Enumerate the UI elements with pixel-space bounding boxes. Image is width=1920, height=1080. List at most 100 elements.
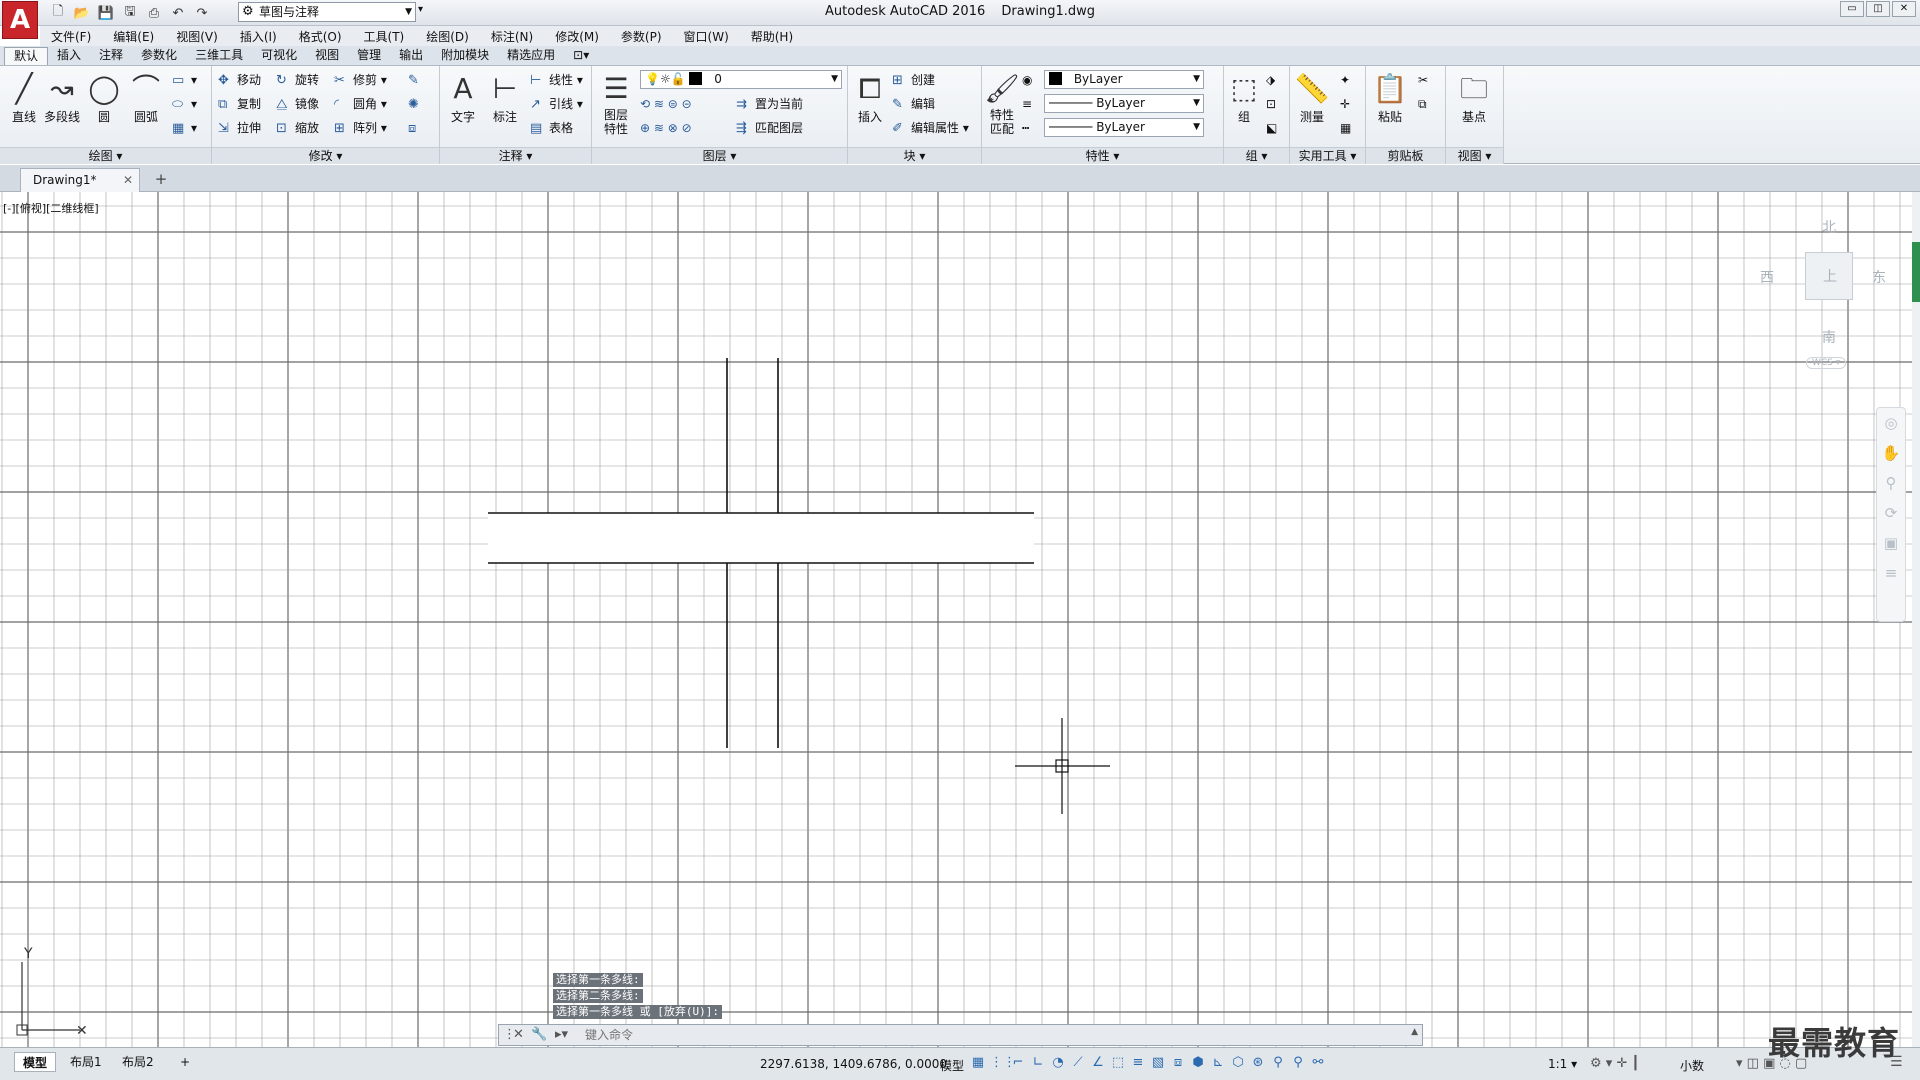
erase-button[interactable]: ✎ xyxy=(408,70,427,90)
coordinates-readout[interactable]: 2297.6138, 1409.6786, 0.0000 xyxy=(760,1057,947,1071)
annotation-scale-icon[interactable]: ⚯ xyxy=(1310,1055,1326,1070)
layer-tools-row-2[interactable]: ⊕ ≋ ⊗ ⊘ xyxy=(640,118,692,138)
3d-osnap-icon[interactable]: ⬢ xyxy=(1190,1055,1206,1070)
linear-button[interactable]: ⊢ 线性 ▾ xyxy=(530,70,583,90)
panel-utilities-title[interactable]: 实用工具 ▾ xyxy=(1290,147,1365,164)
table-button[interactable]: ▤ 表格 xyxy=(530,118,573,138)
group-select-icon[interactable]: ⬕ xyxy=(1266,118,1277,138)
panel-groups-title[interactable]: 组 ▾ xyxy=(1224,147,1289,164)
menu-window[interactable]: 窗口(W) xyxy=(673,28,740,45)
explode-button[interactable]: ✺ xyxy=(408,94,427,114)
isodraft-icon[interactable]: ⟋ xyxy=(1070,1055,1086,1070)
tab-manage[interactable]: 管理 xyxy=(348,47,390,65)
menu-insert[interactable]: 插入(I) xyxy=(229,28,288,45)
annotation-scale[interactable]: 1:1 ▾ xyxy=(1548,1057,1577,1071)
tab-parametric[interactable]: 参数化 xyxy=(132,47,186,65)
viewcube-south[interactable]: 南 xyxy=(1822,327,1836,347)
dynamic-ucs-icon[interactable]: ⊾ xyxy=(1210,1055,1226,1070)
trim-button[interactable]: ✂ 修剪 ▾ xyxy=(334,70,387,90)
menu-parametric[interactable]: 参数(P) xyxy=(610,28,673,45)
viewport-controls-label[interactable]: [-][俯视][二维线框] xyxy=(3,200,99,216)
calculator-icon[interactable]: ▦ xyxy=(1340,118,1351,138)
group-button[interactable]: ⬚ 组 xyxy=(1224,70,1264,125)
viewcube-west[interactable]: 西 xyxy=(1760,267,1774,287)
polar-icon[interactable]: ◔ xyxy=(1050,1055,1066,1070)
gizmo-icon[interactable]: ⊛ xyxy=(1250,1055,1266,1070)
scale-button[interactable]: ⊡ 缩放 xyxy=(276,118,319,138)
set-current-button[interactable]: ⇉ 置为当前 xyxy=(736,94,803,114)
text-button[interactable]: A 文字 xyxy=(443,70,483,125)
copy-button[interactable]: ⧉ 复制 xyxy=(218,94,261,114)
viewcube[interactable]: 北 南 西 东 上 WCS ▾ xyxy=(1750,207,1890,407)
match-layer-button[interactable]: ⇶ 匹配图层 xyxy=(736,118,803,138)
dimension-button[interactable]: ⊢ 标注 xyxy=(485,70,525,125)
cut-icon[interactable]: ✂ xyxy=(1418,70,1428,90)
selection-cycling-icon[interactable]: ⧈ xyxy=(1170,1055,1186,1070)
leader-button[interactable]: ↗ 引线 ▾ xyxy=(530,94,583,114)
showmotion-icon[interactable]: ▣ xyxy=(1877,528,1905,558)
offset-button[interactable]: ⧈ xyxy=(408,118,427,138)
basepoint-button[interactable]: 🗀 基点 xyxy=(1454,70,1494,125)
viewcube-east[interactable]: 东 xyxy=(1872,267,1886,287)
tab-view[interactable]: 视图 xyxy=(306,47,348,65)
tab-layout1[interactable]: 布局1 xyxy=(62,1052,110,1072)
stretch-button[interactable]: ⇲ 拉伸 xyxy=(218,118,261,138)
steering-wheel-icon[interactable]: ◎ xyxy=(1877,408,1905,438)
polyline-button[interactable]: ↝ 多段线 xyxy=(42,70,82,125)
otrack-icon[interactable]: ∠ xyxy=(1090,1055,1106,1070)
ortho-icon[interactable]: ∟ xyxy=(1030,1055,1046,1070)
menu-modify[interactable]: 修改(M) xyxy=(544,28,610,45)
menu-edit[interactable]: 编辑(E) xyxy=(102,28,165,45)
application-menu-button[interactable]: A xyxy=(2,1,38,39)
menu-tools[interactable]: 工具(T) xyxy=(353,28,416,45)
measure-button[interactable]: 📏 测量 xyxy=(1292,70,1332,125)
tab-annotate[interactable]: 注释 xyxy=(90,47,132,65)
tab-layout2[interactable]: 布局2 xyxy=(114,1052,162,1072)
annotation-visibility-icon[interactable]: ⚲ xyxy=(1270,1055,1286,1070)
wrench-icon[interactable]: 🔧 xyxy=(531,1027,547,1042)
panel-draw-title[interactable]: 绘图 ▾ xyxy=(0,147,211,164)
infer-icon[interactable]: ⌐ xyxy=(1010,1055,1026,1070)
add-layout-icon[interactable]: + xyxy=(172,1052,198,1072)
layer-tools-row-1[interactable]: ⟲ ≋ ⊜ ⊝ xyxy=(640,94,692,114)
tab-default[interactable]: 默认 xyxy=(4,47,49,65)
layer-properties-button[interactable]: ☰ 图层 特性 xyxy=(596,70,636,136)
workspace-switch-icon[interactable]: ⚙ ▾ ✛ ┃ xyxy=(1590,1056,1639,1071)
wcs-menu[interactable]: WCS ▾ xyxy=(1806,357,1847,369)
chevron-up-icon[interactable]: ▲ xyxy=(1411,1027,1418,1037)
menu-view[interactable]: 视图(V) xyxy=(165,28,229,45)
create-block-button[interactable]: ⊞ 创建 xyxy=(892,70,935,90)
panel-clipboard-title[interactable]: 剪贴板 xyxy=(1366,147,1445,164)
tab-visualize[interactable]: 可视化 xyxy=(252,47,306,65)
auto-scale-icon[interactable]: ⚲ xyxy=(1290,1055,1306,1070)
tab-3d-tools[interactable]: 三维工具 xyxy=(186,47,252,65)
menu-draw[interactable]: 绘图(D) xyxy=(415,28,480,45)
ellipse-button[interactable]: ⬭ ▾ xyxy=(172,94,197,114)
ungroup-icon[interactable]: ⬗ xyxy=(1266,70,1275,90)
nav-menu-icon[interactable]: ≡ xyxy=(1877,558,1905,588)
units-select[interactable]: 小数 xyxy=(1680,1057,1704,1074)
tab-model[interactable]: 模型 xyxy=(14,1052,57,1072)
selection-filter-icon[interactable]: ⬡ xyxy=(1230,1055,1246,1070)
array-button[interactable]: ⊞ 阵列 ▾ xyxy=(334,118,387,138)
menu-format[interactable]: 格式(O) xyxy=(288,28,353,45)
paste-button[interactable]: 📋 粘贴 xyxy=(1370,70,1410,125)
command-prompt-icon[interactable]: ▸▾ xyxy=(555,1027,568,1042)
circle-button[interactable]: ◯ 圆 xyxy=(84,70,124,125)
close-icon[interactable]: ✕ xyxy=(123,169,133,191)
vertical-scrollbar[interactable] xyxy=(1912,192,1920,1047)
maximize-button[interactable]: ◫ xyxy=(1866,1,1890,17)
point-icon[interactable]: ✛ xyxy=(1340,94,1350,114)
insert-block-button[interactable]: ⧠ 插入 xyxy=(850,70,890,125)
group-edit-icon[interactable]: ⊡ xyxy=(1266,94,1276,114)
move-button[interactable]: ✥ 移动 xyxy=(218,70,261,90)
quick-select-icon[interactable]: ✦ xyxy=(1340,70,1350,90)
osnap-icon[interactable]: ⬚ xyxy=(1110,1055,1126,1070)
lineweight-select[interactable]: ────── ByLayer ▼ xyxy=(1044,118,1204,137)
menu-file[interactable]: 文件(F) xyxy=(40,28,102,45)
rotate-button[interactable]: ↻ 旋转 xyxy=(276,70,319,90)
panel-layers-title[interactable]: 图层 ▾ xyxy=(592,147,847,164)
transparency-icon[interactable]: ▧ xyxy=(1150,1055,1166,1070)
layer-select[interactable]: 💡☼🔓 0 ▼ xyxy=(640,70,842,89)
panel-properties-title[interactable]: 特性 ▾ xyxy=(982,147,1223,164)
